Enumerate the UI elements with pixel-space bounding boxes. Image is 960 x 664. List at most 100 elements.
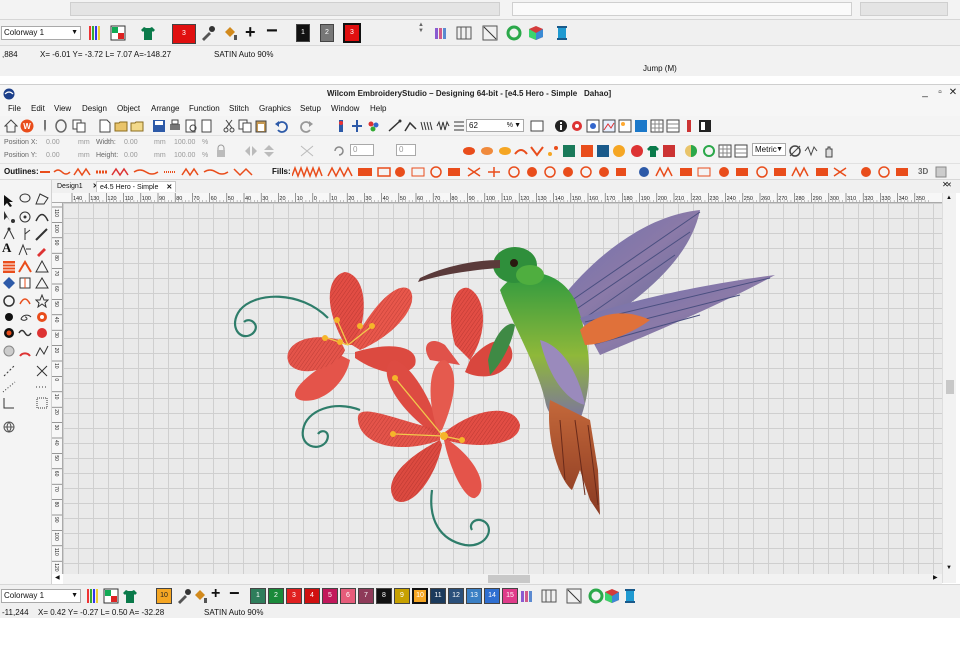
palette-swatch-12[interactable]: 12 <box>448 588 464 604</box>
embroidery-design[interactable] <box>63 203 942 574</box>
stitch-edit-icon[interactable] <box>404 119 418 133</box>
star-tool-icon[interactable] <box>35 294 49 308</box>
new-file-icon[interactable] <box>98 119 112 133</box>
thread-chart-icon[interactable] <box>520 588 536 604</box>
fill-type-icon-5[interactable] <box>530 144 544 158</box>
thread-spool-icon[interactable] <box>554 25 570 41</box>
stop-icon[interactable] <box>2 326 16 340</box>
fill-type-icon-7[interactable] <box>562 144 576 158</box>
sequence-icon[interactable] <box>541 588 557 604</box>
flower-tool-icon[interactable] <box>35 310 49 324</box>
current-color-swatch[interactable]: 10 <box>156 588 172 604</box>
hoop-icon[interactable] <box>54 119 68 133</box>
dotted-line-icon[interactable] <box>35 380 49 394</box>
path-icon[interactable] <box>35 344 49 358</box>
slash-icon[interactable] <box>482 25 498 41</box>
menu-design[interactable]: Design <box>82 104 107 113</box>
background-swatch-1[interactable]: 1 <box>296 24 310 42</box>
stitch-list-icon[interactable] <box>452 119 466 133</box>
3d-view-icon[interactable] <box>934 165 948 179</box>
background-swatch-3[interactable]: 3 <box>343 23 361 43</box>
palette-swatch-7[interactable]: 7 <box>358 588 374 604</box>
fill-type-icon-17[interactable] <box>734 144 748 158</box>
info-icon[interactable] <box>554 119 568 133</box>
people-icon[interactable] <box>366 119 380 133</box>
measure-icon[interactable] <box>788 144 802 158</box>
menu-stitch[interactable]: Stitch <box>229 104 249 113</box>
thread-color-icon[interactable] <box>570 119 584 133</box>
scroll-left-icon[interactable]: ◀ <box>55 574 60 581</box>
undo-icon[interactable] <box>274 119 288 133</box>
palette-swatch-6[interactable]: 6 <box>340 588 356 604</box>
tab-hero-simple[interactable]: e4.5 Hero - Simple ✕ <box>96 181 177 192</box>
lettering-icon[interactable]: A <box>2 240 11 256</box>
background-scrollbar-left[interactable] <box>70 2 500 16</box>
circle-tool-icon[interactable] <box>2 294 16 308</box>
hand-icon[interactable] <box>822 144 836 158</box>
add-color-icon[interactable]: + <box>245 22 256 43</box>
monogram-icon[interactable] <box>18 243 32 257</box>
open-recent-icon[interactable] <box>130 119 144 133</box>
vertical-scrollbar[interactable]: ✕ ▲ ▼ <box>942 182 956 583</box>
menu-setup[interactable]: Setup <box>300 104 321 113</box>
slant-angle-input[interactable]: 0 <box>396 144 416 156</box>
thread-chart-icon[interactable] <box>434 25 450 41</box>
paint-bucket-icon[interactable] <box>222 25 238 41</box>
maximize-button[interactable]: ▫ <box>933 87 947 98</box>
home-icon[interactable] <box>4 119 18 133</box>
units-select[interactable]: Metric ▼ <box>752 143 786 156</box>
running-stitch-icon[interactable] <box>2 380 16 394</box>
add-color-icon[interactable]: + <box>211 585 220 603</box>
diamond-icon[interactable] <box>2 276 16 290</box>
knife-icon[interactable] <box>35 227 49 241</box>
scroll-up-icon[interactable]: ▲ <box>946 195 952 201</box>
background-colorway-select[interactable]: Colorway 1 ▼ <box>1 26 81 40</box>
menu-arrange[interactable]: Arrange <box>151 104 179 113</box>
outline-stitch-icons[interactable] <box>40 167 260 177</box>
menu-edit[interactable]: Edit <box>31 104 45 113</box>
close-x-icon[interactable]: ✕ <box>946 181 952 189</box>
menu-graphics[interactable]: Graphics <box>259 104 291 113</box>
cross-icon[interactable] <box>35 364 49 378</box>
wilcom-logo-icon[interactable]: W <box>20 119 34 133</box>
lock-proportions-icon[interactable] <box>214 144 228 158</box>
needle-icon[interactable] <box>38 119 52 133</box>
horizontal-scrollbar[interactable]: ◀ ▶ <box>55 574 942 584</box>
copy-doc-icon[interactable] <box>238 119 252 133</box>
stitch-player-icon[interactable] <box>334 119 348 133</box>
branch-icon[interactable] <box>18 227 32 241</box>
spiral-icon[interactable] <box>18 310 32 324</box>
needle-points-icon[interactable] <box>682 119 696 133</box>
palette-swatch-9[interactable]: 9 <box>394 588 410 604</box>
menu-object[interactable]: Object <box>117 104 140 113</box>
fill-type-icon-8[interactable] <box>580 144 594 158</box>
eyedropper-icon[interactable] <box>200 25 216 41</box>
scroll-right-icon[interactable]: ▶ <box>933 574 938 581</box>
layout-icon[interactable] <box>698 119 712 133</box>
height-value[interactable]: 0.00 <box>124 152 138 159</box>
zoom-window-icon[interactable] <box>530 119 544 133</box>
triangle-icon[interactable] <box>35 276 49 290</box>
color-wheel-icon[interactable] <box>506 25 522 41</box>
background-swatch-2[interactable]: 2 <box>320 24 334 42</box>
mirror-vertical-icon[interactable] <box>262 144 276 158</box>
scroll-down-icon[interactable]: ▼ <box>946 565 952 571</box>
fill-type-icon-2[interactable] <box>480 144 494 158</box>
tab-design1[interactable]: Design1 ✕ <box>54 181 102 192</box>
palette-swatch-10[interactable]: 10 <box>412 588 428 604</box>
palette-swatch-4[interactable]: 4 <box>304 588 320 604</box>
palette-grid-icon[interactable] <box>103 588 119 604</box>
eyedropper-icon[interactable] <box>176 588 192 604</box>
color-wheel-icon[interactable] <box>588 588 604 604</box>
arc-icon[interactable] <box>18 344 32 358</box>
design-canvas[interactable] <box>63 203 942 574</box>
close-button[interactable]: ✕ <box>946 87 960 98</box>
fill-type-icon-11[interactable] <box>630 144 644 158</box>
lasso-icon[interactable] <box>18 192 32 206</box>
horizontal-scroll-thumb[interactable] <box>488 575 530 583</box>
garment-icon[interactable] <box>122 588 138 604</box>
3d-label[interactable]: 3D <box>918 167 928 176</box>
hoop-view-icon[interactable] <box>586 119 600 133</box>
menu-function[interactable]: Function <box>189 104 220 113</box>
fill-type-icon-12[interactable] <box>646 144 660 158</box>
